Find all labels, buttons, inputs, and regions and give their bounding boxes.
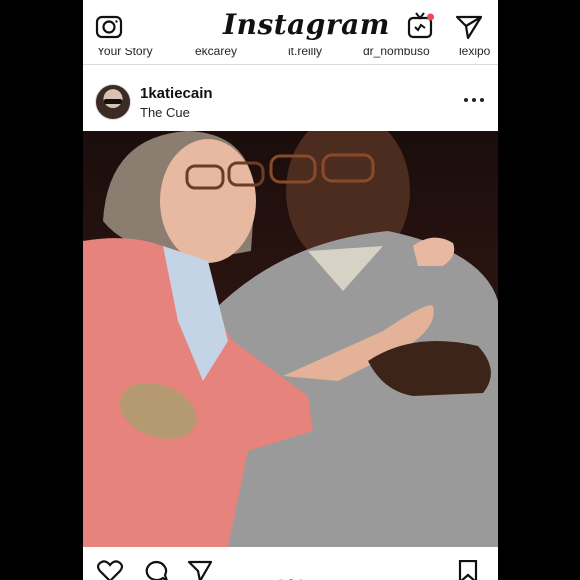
post-header: 1katiecain The Cue — [83, 72, 498, 130]
direct-message-icon[interactable] — [455, 12, 483, 40]
sunglasses-icon — [104, 99, 122, 104]
carousel-indicator — [276, 572, 306, 580]
avatar[interactable] — [95, 84, 131, 120]
instagram-logo: Instagram — [223, 8, 390, 41]
post-location[interactable]: The Cue — [140, 105, 190, 120]
story-label[interactable]: lexipo — [459, 48, 490, 59]
story-label[interactable]: Your Story — [97, 48, 153, 59]
phone-screen: Instagram Your Story ekcarey it.reilly d… — [83, 0, 498, 580]
camera-icon[interactable] — [95, 12, 123, 40]
bookmark-icon[interactable] — [455, 560, 481, 580]
post-photo[interactable] — [83, 131, 498, 547]
like-heart-icon[interactable] — [97, 560, 123, 580]
story-label[interactable]: it.reilly — [288, 48, 322, 59]
igtv-icon[interactable] — [407, 12, 435, 40]
post-actions — [83, 548, 498, 580]
story-label[interactable]: dr_nombuso — [363, 48, 430, 59]
photo-illustration — [83, 131, 498, 547]
story-label[interactable]: ekcarey — [195, 48, 237, 59]
share-icon[interactable] — [187, 560, 213, 580]
more-options-icon[interactable] — [463, 94, 485, 106]
comment-icon[interactable] — [143, 560, 169, 580]
stories-strip: Your Story ekcarey it.reilly dr_nombuso … — [83, 48, 498, 65]
top-bar: Instagram — [83, 0, 498, 50]
notification-dot-icon — [427, 13, 434, 21]
post-username[interactable]: 1katiecain — [140, 85, 213, 102]
